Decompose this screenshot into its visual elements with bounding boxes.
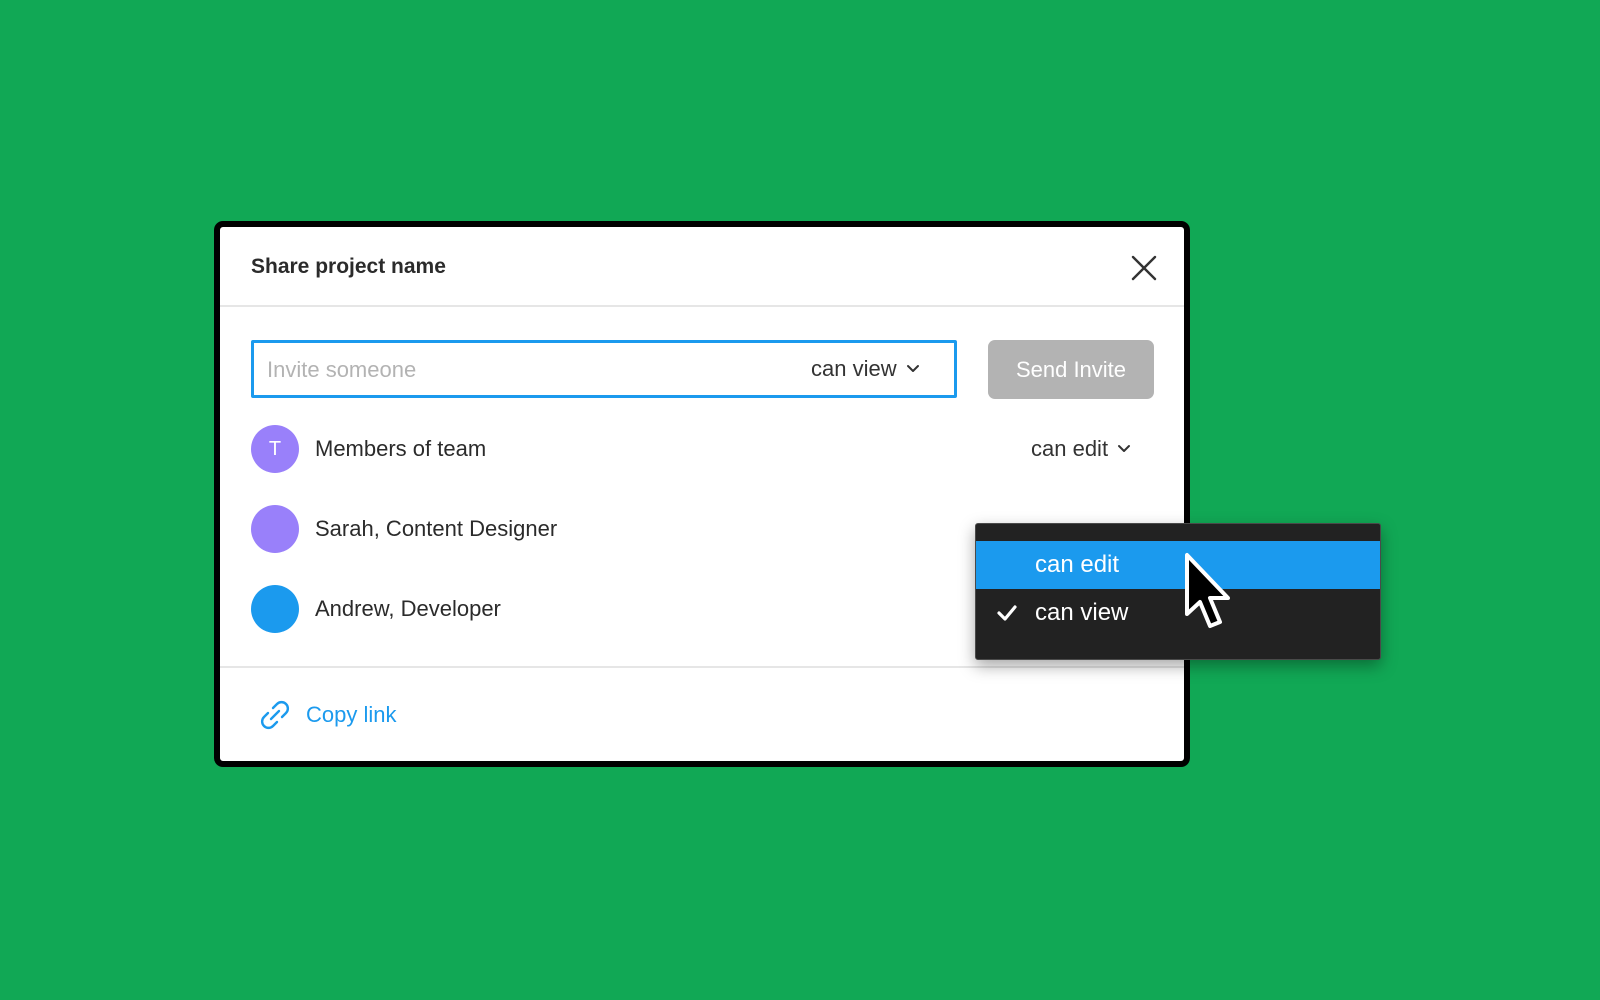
chevron-down-icon — [1118, 445, 1131, 452]
menu-item-label: can edit — [1035, 551, 1120, 578]
send-invite-button[interactable]: Send Invite — [988, 340, 1154, 399]
member-permission-label: can edit — [1031, 436, 1109, 461]
link-icon — [261, 701, 289, 729]
member-name: Andrew, Developer — [315, 596, 501, 621]
menu-item-can-view[interactable]: can view — [976, 589, 1380, 637]
dialog-title: Share project name — [251, 255, 446, 278]
invite-input[interactable] — [267, 356, 767, 384]
permission-dropdown-menu: can edit can view — [975, 523, 1381, 660]
invite-permission-label: can view — [811, 356, 897, 381]
chevron-down-icon — [906, 365, 919, 372]
avatar — [251, 505, 299, 553]
invite-permission-select[interactable]: can view — [811, 343, 920, 395]
dialog-header: Share project name — [220, 227, 1184, 307]
close-button[interactable] — [1130, 254, 1158, 282]
checkmark-icon — [997, 605, 1017, 621]
member-permission-select[interactable]: can edit — [1031, 424, 1131, 474]
copy-link-button[interactable]: Copy link — [258, 698, 396, 732]
avatar — [251, 585, 299, 633]
close-icon — [1131, 255, 1157, 281]
member-name: Sarah, Content Designer — [315, 516, 558, 541]
dialog-footer: Copy link — [220, 666, 1184, 761]
member-row-team: T Members of team can edit — [251, 424, 1151, 474]
share-dialog: Share project name can view Send Invite … — [214, 221, 1190, 767]
menu-item-label: can view — [1035, 599, 1129, 626]
mouse-pointer-icon — [1185, 553, 1230, 628]
invite-field[interactable]: can view — [251, 340, 957, 398]
member-name: Members of team — [315, 436, 487, 461]
avatar: T — [251, 425, 299, 473]
menu-item-can-edit[interactable]: can edit — [976, 541, 1380, 589]
copy-link-label: Copy link — [306, 702, 397, 727]
